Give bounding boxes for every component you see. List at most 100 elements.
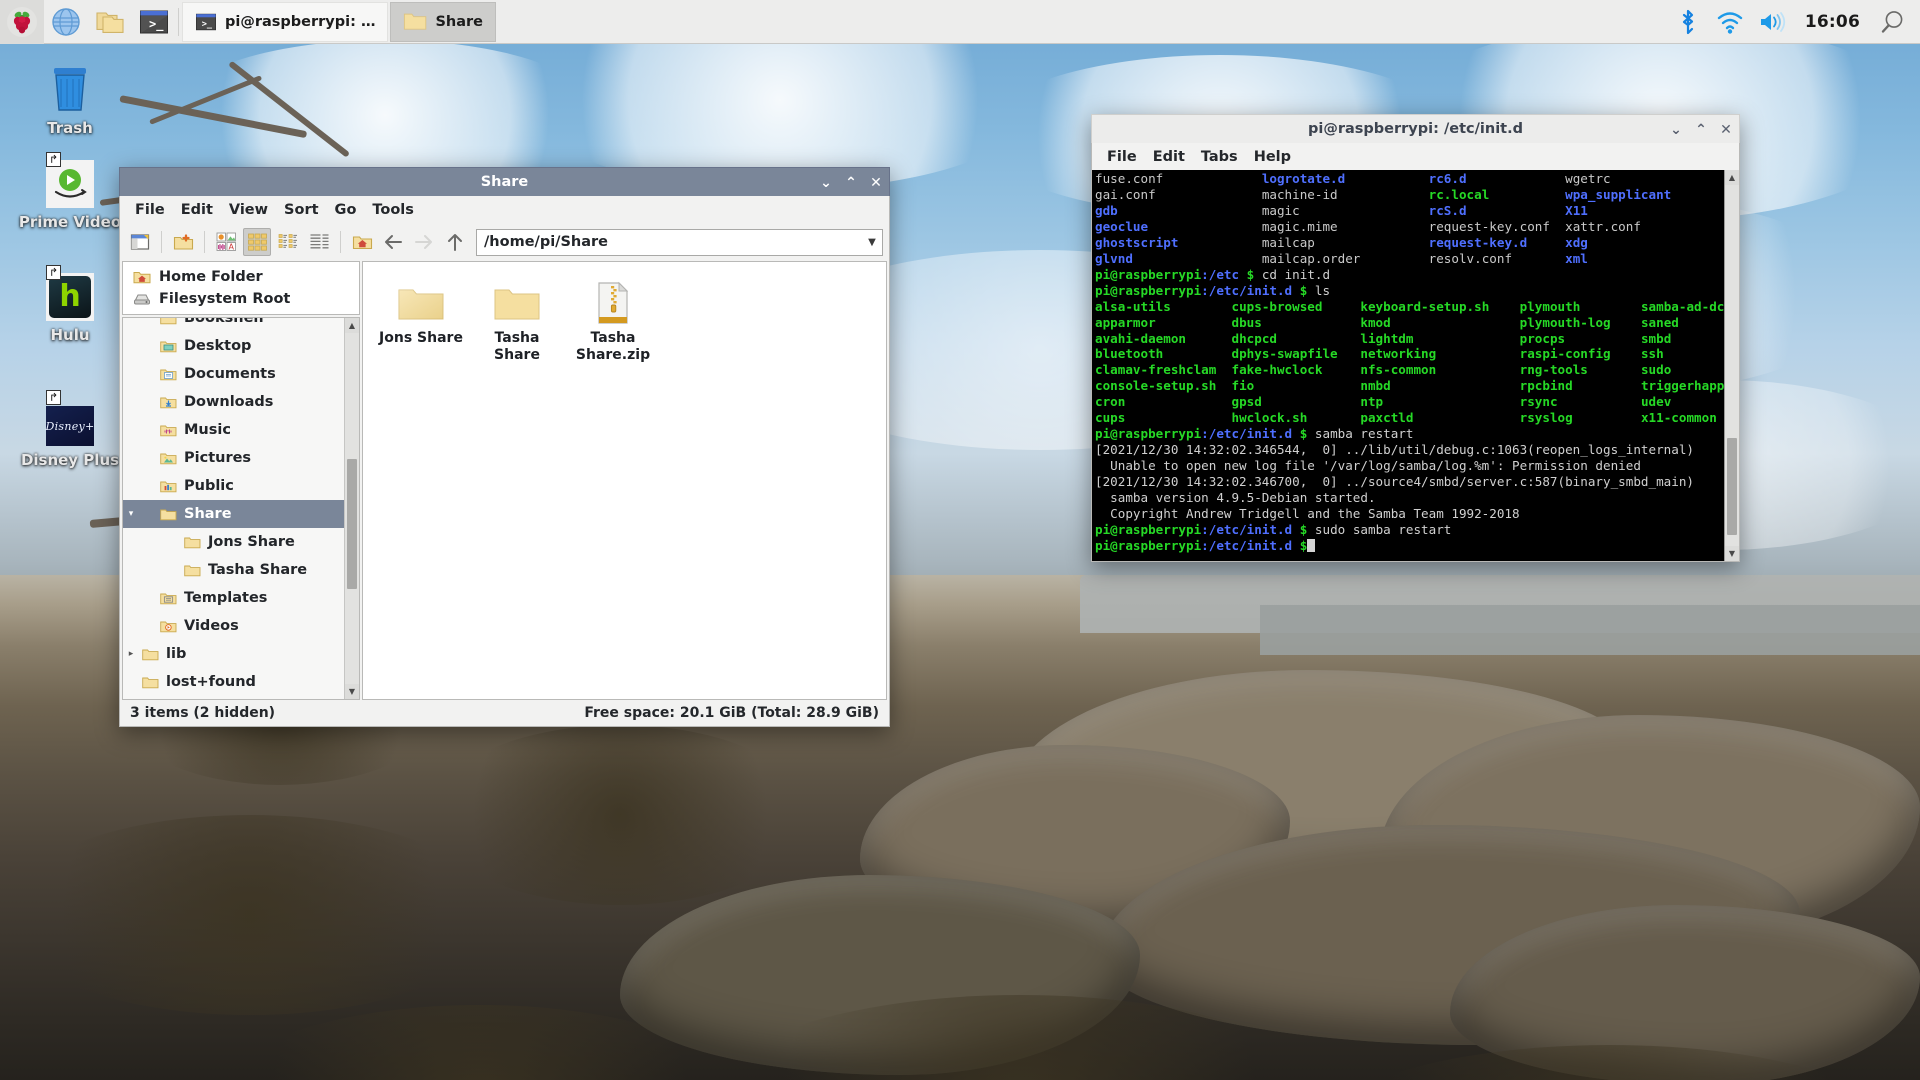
archive-icon bbox=[567, 280, 659, 326]
tree-item-label: Music bbox=[184, 422, 231, 438]
thumbnail-view-button[interactable]: A bbox=[212, 228, 240, 256]
scroll-thumb[interactable] bbox=[347, 459, 357, 590]
scroll-up-arrow-icon[interactable]: ▲ bbox=[345, 318, 359, 333]
folder-tree[interactable]: Bookshelf Desktop Documents Downloads Mu… bbox=[123, 318, 344, 699]
menu-tabs[interactable]: Tabs bbox=[1194, 146, 1245, 168]
maximize-button[interactable]: ⌃ bbox=[1694, 123, 1708, 137]
downloads-folder-icon bbox=[157, 395, 179, 410]
desktop-icon-hulu[interactable]: h ↱ Hulu bbox=[16, 265, 124, 344]
file-item-jons-share[interactable]: Jons Share bbox=[373, 276, 469, 368]
menu-sort[interactable]: Sort bbox=[277, 199, 326, 221]
menu-help[interactable]: Help bbox=[1247, 146, 1298, 168]
terminal-icon[interactable]: >_ bbox=[132, 0, 176, 44]
minimize-button[interactable]: ⌄ bbox=[1669, 123, 1683, 137]
home-button[interactable] bbox=[348, 228, 376, 256]
home-folder-icon bbox=[133, 272, 151, 284]
terminal-body: File Edit Tabs Help fuse.conf logrotate.… bbox=[1091, 143, 1740, 562]
detailed-list-view-button[interactable] bbox=[305, 228, 333, 256]
menu-edit[interactable]: Edit bbox=[174, 199, 220, 221]
terminal-window[interactable]: pi@raspberrypi: /etc/init.d ⌄ ⌃ ✕ File E… bbox=[1091, 114, 1740, 562]
desktop-folder-icon bbox=[157, 339, 179, 354]
clock[interactable]: 16:06 bbox=[1795, 12, 1870, 32]
menu-file[interactable]: File bbox=[128, 199, 172, 221]
minimize-button[interactable]: ⌄ bbox=[819, 176, 833, 190]
menu-go[interactable]: Go bbox=[328, 199, 364, 221]
wifi-icon[interactable] bbox=[1711, 0, 1749, 44]
web-browser-icon[interactable] bbox=[44, 0, 88, 44]
new-folder-button[interactable] bbox=[169, 228, 197, 256]
tree-item-templates[interactable]: Templates bbox=[123, 584, 344, 612]
tree-item-public[interactable]: Public bbox=[123, 472, 344, 500]
magnifier-icon[interactable] bbox=[1874, 0, 1912, 44]
new-tab-button[interactable] bbox=[126, 228, 154, 256]
desktop[interactable]: Trash ↱ Prime Video h ↱ Hulu Disney+ ↱ D… bbox=[0, 0, 1920, 1080]
file-list-view[interactable]: Jons Share Tasha Share Tasha Share.zip bbox=[362, 261, 887, 700]
folder-icon bbox=[404, 13, 427, 30]
tree-item-share[interactable]: ▾ Share bbox=[123, 500, 344, 528]
taskbar-window-share[interactable]: Share bbox=[390, 1, 497, 42]
path-input[interactable] bbox=[477, 234, 862, 250]
scroll-track[interactable] bbox=[1725, 185, 1739, 546]
tree-item-jons-share[interactable]: Jons Share bbox=[123, 528, 344, 556]
tree-item-lib[interactable]: ▸ lib bbox=[123, 640, 344, 668]
scroll-track[interactable] bbox=[345, 333, 359, 684]
tree-item-lost-found[interactable]: lost+found bbox=[123, 668, 344, 696]
tree-item-media[interactable]: media bbox=[123, 696, 344, 699]
raspberry-menu-icon[interactable] bbox=[0, 0, 44, 44]
close-button[interactable]: ✕ bbox=[869, 176, 883, 190]
tree-item-bookshelf[interactable]: Bookshelf bbox=[123, 318, 344, 332]
tree-item-videos[interactable]: Videos bbox=[123, 612, 344, 640]
file-manager-toolbar[interactable]: A /home/pi/Share ▼ bbox=[120, 223, 889, 261]
maximize-button[interactable]: ⌃ bbox=[844, 176, 858, 190]
menu-view[interactable]: View bbox=[222, 199, 275, 221]
terminal-menubar[interactable]: File Edit Tabs Help bbox=[1092, 143, 1739, 170]
tree-expander[interactable]: ▾ bbox=[123, 509, 139, 519]
folder-icon bbox=[157, 318, 179, 326]
scroll-down-arrow-icon[interactable]: ▼ bbox=[1725, 546, 1739, 561]
menu-file[interactable]: File bbox=[1100, 146, 1144, 168]
tree-item-tasha-share[interactable]: Tasha Share bbox=[123, 556, 344, 584]
file-item-tasha-share-zip[interactable]: Tasha Share.zip bbox=[565, 276, 661, 368]
taskbar[interactable]: >_ >_ pi@raspberrypi: … Share 16:06 bbox=[0, 0, 1920, 44]
tree-item-label: Tasha Share bbox=[208, 562, 308, 578]
system-tray[interactable]: 16:06 bbox=[1669, 0, 1920, 44]
desktop-icon-label: Trash bbox=[47, 119, 93, 137]
desktop-icon-trash[interactable]: Trash bbox=[16, 58, 124, 137]
menu-edit[interactable]: Edit bbox=[1146, 146, 1192, 168]
place-home-folder[interactable]: Home Folder bbox=[123, 266, 359, 288]
file-manager-window[interactable]: Share ⌄ ⌃ ✕ File Edit View Sort Go Tools bbox=[119, 167, 890, 727]
up-button[interactable] bbox=[441, 228, 469, 256]
tree-scrollbar[interactable]: ▲ ▼ bbox=[344, 318, 359, 699]
path-bar[interactable]: ▼ bbox=[476, 228, 883, 256]
file-manager-menubar[interactable]: File Edit View Sort Go Tools bbox=[120, 196, 889, 223]
terminal-titlebar[interactable]: pi@raspberrypi: /etc/init.d ⌄ ⌃ ✕ bbox=[1091, 114, 1740, 143]
volume-icon[interactable] bbox=[1753, 0, 1791, 44]
tree-item-desktop[interactable]: Desktop bbox=[123, 332, 344, 360]
file-item-tasha-share[interactable]: Tasha Share bbox=[469, 276, 565, 368]
file-manager-icon[interactable] bbox=[88, 0, 132, 44]
desktop-icon-disney-plus[interactable]: Disney+ ↱ Disney Plus bbox=[16, 390, 124, 469]
scroll-up-arrow-icon[interactable]: ▲ bbox=[1725, 170, 1739, 185]
scroll-thumb[interactable] bbox=[1727, 437, 1737, 536]
terminal-output[interactable]: fuse.conf logrotate.d rc6.d wgetrc gai.c… bbox=[1092, 170, 1724, 561]
menu-tools[interactable]: Tools bbox=[365, 199, 421, 221]
file-manager-window-controls[interactable]: ⌄ ⌃ ✕ bbox=[819, 168, 883, 197]
tree-item-downloads[interactable]: Downloads bbox=[123, 388, 344, 416]
close-button[interactable]: ✕ bbox=[1719, 123, 1733, 137]
file-manager-titlebar[interactable]: Share ⌄ ⌃ ✕ bbox=[119, 167, 890, 196]
tree-item-documents[interactable]: Documents bbox=[123, 360, 344, 388]
terminal-scrollbar[interactable]: ▲ ▼ bbox=[1724, 170, 1739, 561]
tree-item-pictures[interactable]: Pictures bbox=[123, 444, 344, 472]
scroll-down-arrow-icon[interactable]: ▼ bbox=[345, 684, 359, 699]
taskbar-window-terminal[interactable]: >_ pi@raspberrypi: … bbox=[182, 1, 389, 42]
path-dropdown-icon[interactable]: ▼ bbox=[862, 237, 882, 248]
bluetooth-icon[interactable] bbox=[1669, 0, 1707, 44]
desktop-icon-prime-video[interactable]: ↱ Prime Video bbox=[16, 152, 124, 231]
terminal-window-controls[interactable]: ⌄ ⌃ ✕ bbox=[1669, 115, 1733, 144]
icon-view-button[interactable] bbox=[243, 228, 271, 256]
tree-item-music[interactable]: Music bbox=[123, 416, 344, 444]
tree-expander[interactable]: ▸ bbox=[123, 649, 139, 659]
place-filesystem-root[interactable]: Filesystem Root bbox=[123, 288, 359, 310]
back-button[interactable] bbox=[379, 228, 407, 256]
compact-view-button[interactable] bbox=[274, 228, 302, 256]
